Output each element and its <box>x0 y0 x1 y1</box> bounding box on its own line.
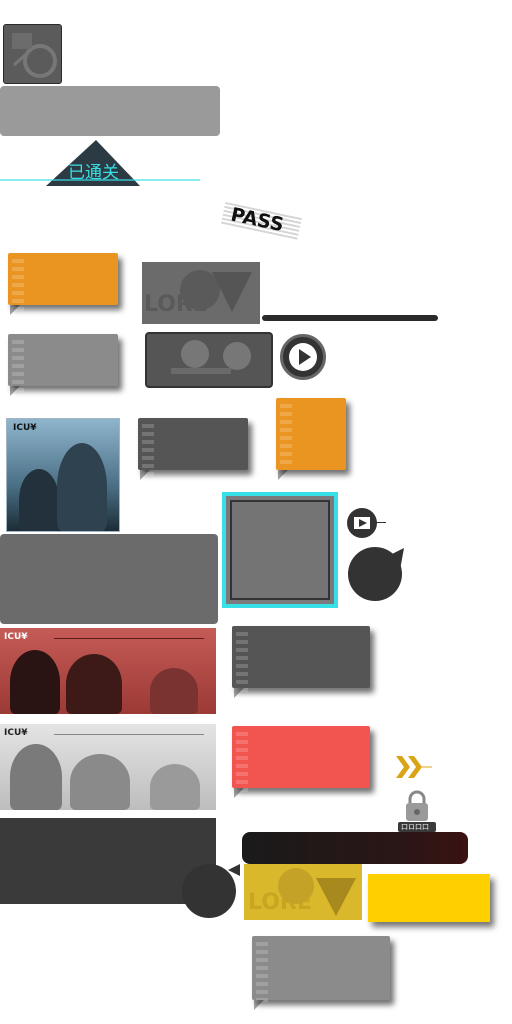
lore-banner-yellow: LORE <box>244 864 362 920</box>
orange-tag-card[interactable] <box>8 253 118 319</box>
character-silhouette <box>10 744 62 810</box>
red-tag-card[interactable] <box>232 726 370 798</box>
cat-emblem-icon <box>278 868 356 916</box>
character-silhouette <box>10 650 60 714</box>
double-chevron-icon[interactable] <box>396 752 432 782</box>
film-icon <box>354 517 370 529</box>
cat-emblem-icon <box>180 270 252 312</box>
pass-stamp: PASS <box>220 200 304 246</box>
film-reel-icon-tile[interactable] <box>3 24 62 84</box>
gray-tag-card-bottom[interactable] <box>252 936 390 1010</box>
large-gray-panel <box>0 534 218 624</box>
character-silhouette <box>66 654 122 714</box>
character-graphic-icon <box>171 340 251 374</box>
character-silhouette <box>150 668 198 714</box>
cleared-label: 已通关 <box>68 163 119 183</box>
dark-gradient-bar <box>242 832 468 864</box>
cat-head-button[interactable] <box>346 544 406 604</box>
yellow-bar[interactable] <box>368 874 490 922</box>
cleared-badge: 已通关 <box>0 140 200 190</box>
film-reel-icon <box>12 33 57 78</box>
dark-tag-card[interactable] <box>138 418 248 484</box>
dark-tag-card-2[interactable] <box>232 626 370 698</box>
character-silhouette <box>70 754 130 810</box>
character-card-blue[interactable]: ICU¥ <box>6 418 120 532</box>
card-brand-label-1: ICU¥ <box>13 423 37 433</box>
card-brand-label-2: ICU¥ <box>4 632 28 642</box>
dark-graphic-panel <box>145 332 273 388</box>
character-banner-gray[interactable]: ICU¥ <box>0 724 216 810</box>
lock-icon <box>406 790 428 821</box>
banner-line <box>54 734 204 735</box>
play-icon <box>289 343 317 371</box>
cat-head-icon <box>348 547 404 601</box>
film-icon-badge[interactable] <box>347 508 377 538</box>
character-silhouette <box>57 443 107 531</box>
lock-badge[interactable]: 口ロ口口 <box>398 790 436 834</box>
pointer-triangle <box>228 864 240 876</box>
lock-label: 口ロ口口 <box>401 823 429 831</box>
selected-slot-frame[interactable] <box>222 492 338 608</box>
progress-bar <box>262 315 438 321</box>
gray-header-panel <box>0 86 220 136</box>
banner-line <box>54 638 204 639</box>
pass-label: PASS <box>228 203 286 237</box>
film-icon-line <box>376 522 386 523</box>
gray-tag-card[interactable] <box>8 334 118 400</box>
card-brand-label-3: ICU¥ <box>4 728 28 738</box>
orange-square-tag[interactable] <box>276 398 346 480</box>
character-silhouette <box>150 764 200 810</box>
lore-banner: LORE <box>142 262 260 324</box>
slot-inner <box>230 500 330 600</box>
character-silhouette <box>19 469 59 531</box>
character-banner-red[interactable]: ICU¥ <box>0 628 216 714</box>
play-button[interactable] <box>280 334 326 380</box>
